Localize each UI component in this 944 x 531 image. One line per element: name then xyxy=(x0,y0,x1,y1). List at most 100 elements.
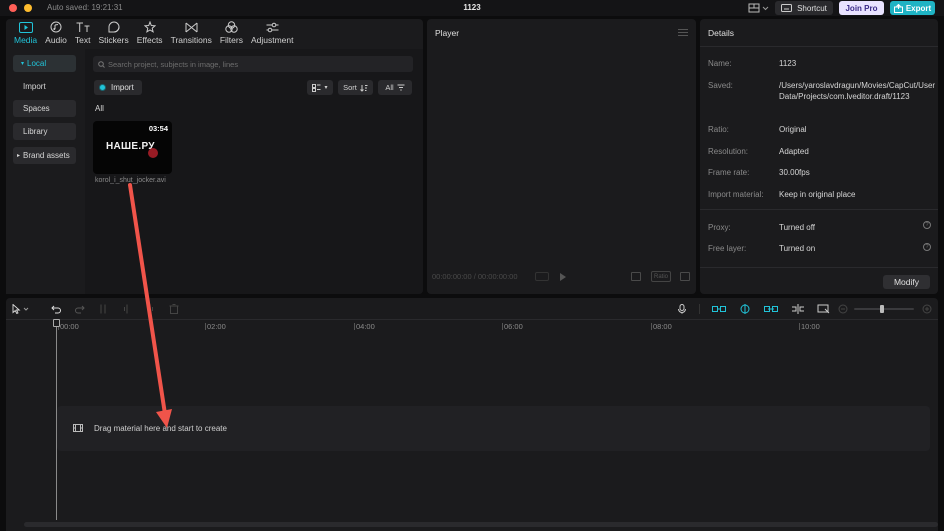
ruler-label: 00:00 xyxy=(60,322,79,331)
detail-value: Adapted xyxy=(779,147,809,156)
grid-view-icon xyxy=(312,83,321,92)
fullscreen-icon[interactable] xyxy=(680,272,690,281)
transitions-icon xyxy=(184,21,198,33)
tab-filters-label: Filters xyxy=(219,35,243,45)
tab-audio[interactable]: Audio xyxy=(41,19,71,47)
details-title: Details xyxy=(708,28,734,38)
tab-adjustment-label: Adjustment xyxy=(250,35,294,45)
view-mode-dropdown[interactable]: ▾ xyxy=(307,80,333,95)
details-divider xyxy=(700,267,938,268)
sort-button[interactable]: Sort xyxy=(338,80,373,95)
filters-icon xyxy=(224,21,238,33)
layout-icon[interactable] xyxy=(748,3,770,13)
player-timecode: 00:00:00:00 / 00:00:00:00 xyxy=(432,272,518,281)
film-icon xyxy=(73,424,83,432)
preview-axis-icon[interactable] xyxy=(817,304,831,314)
filter-icon xyxy=(397,84,405,90)
timeline-ruler[interactable]: 00:00 02:00 04:00 06:00 08:00 10:00 xyxy=(6,320,938,332)
import-button[interactable]: Import xyxy=(94,80,142,95)
search-placeholder: Search project, subjects in image, lines xyxy=(108,59,239,69)
import-icon xyxy=(99,84,106,91)
text-icon xyxy=(76,21,90,33)
ruler-label: 10:00 xyxy=(801,322,820,331)
detail-value: /Users/yaroslavdragun/Movies/CapCut/User… xyxy=(779,81,936,101)
join-pro-button[interactable]: Join Pro xyxy=(839,1,884,15)
player-frame-indicator xyxy=(535,272,549,281)
ruler-label: 02:00 xyxy=(207,322,226,331)
play-icon[interactable] xyxy=(560,273,566,281)
sidebar-item-spaces[interactable]: Spaces xyxy=(13,100,76,117)
timeline-toolbar xyxy=(6,298,938,320)
zoom-in-icon[interactable] xyxy=(921,304,933,314)
filter-button[interactable]: All xyxy=(378,80,412,95)
detail-label: Free layer: xyxy=(708,244,747,253)
search-input[interactable]: Search project, subjects in image, lines xyxy=(93,56,413,72)
shortcut-button[interactable]: Shortcut xyxy=(775,1,833,15)
ruler-tick xyxy=(799,323,800,330)
help-icon[interactable]: ? xyxy=(923,221,931,229)
delete-icon[interactable] xyxy=(169,304,179,314)
adjustment-icon xyxy=(265,21,279,33)
split-left-icon[interactable] xyxy=(123,304,131,314)
fit-screen-icon[interactable] xyxy=(631,272,641,281)
sidebar-item-library[interactable]: Library xyxy=(13,123,76,140)
playhead-handle[interactable] xyxy=(53,319,60,327)
select-tool-icon[interactable] xyxy=(12,304,30,314)
timeline-scrollbar[interactable] xyxy=(24,522,938,527)
split-preview-icon[interactable] xyxy=(791,304,805,314)
split-right-icon[interactable] xyxy=(146,304,154,314)
modify-label: Modify xyxy=(893,277,920,287)
ratio-label: Ratio xyxy=(653,273,668,280)
ruler-label: 06:00 xyxy=(504,322,523,331)
audio-icon xyxy=(49,21,63,33)
sidebar-item-brand-assets[interactable]: ▸ Brand assets xyxy=(13,147,76,164)
help-icon[interactable]: ? xyxy=(923,243,931,251)
tab-transitions[interactable]: Transitions xyxy=(167,19,216,47)
detail-value: Keep in original place xyxy=(779,190,856,199)
microphone-icon[interactable] xyxy=(678,304,686,314)
thumbnail-logo-mark xyxy=(148,148,158,158)
media-clip-thumbnail[interactable]: НАШЕ.РУ 03:54 xyxy=(93,121,172,174)
details-divider xyxy=(700,209,938,210)
undo-icon[interactable] xyxy=(51,304,61,314)
zoom-slider[interactable] xyxy=(854,305,914,313)
import-label: Import xyxy=(111,83,134,92)
sidebar-item-label: Spaces xyxy=(23,104,50,113)
tab-adjustment[interactable]: Adjustment xyxy=(247,19,298,47)
tab-media[interactable]: Media xyxy=(10,19,41,47)
tab-filters[interactable]: Filters xyxy=(216,19,247,47)
ruler-tick xyxy=(651,323,652,330)
sidebar-item-import[interactable]: Import xyxy=(13,78,76,95)
tab-effects[interactable]: Effects xyxy=(133,19,167,47)
filter-label: All xyxy=(385,83,394,92)
split-icon[interactable] xyxy=(99,304,107,314)
player-panel: Player 00:00:00:00 / 00:00:00:00 Ratio xyxy=(427,19,696,294)
redo-icon[interactable] xyxy=(75,304,85,314)
ratio-button[interactable]: Ratio xyxy=(651,271,671,282)
main-track-drop-zone[interactable]: Drag material here and start to create xyxy=(57,406,930,451)
chevron-down-icon: ▾ xyxy=(324,85,328,91)
sidebar-item-local[interactable]: ▾ Local xyxy=(13,55,76,72)
detail-label: Frame rate: xyxy=(708,168,750,177)
menu-icon[interactable] xyxy=(678,29,688,36)
sort-icon xyxy=(360,84,368,92)
export-button[interactable]: Export xyxy=(890,1,935,15)
main-track-magnet-icon[interactable] xyxy=(712,304,726,314)
tab-text-label: Text xyxy=(74,35,91,45)
auto-snap-icon[interactable] xyxy=(738,304,752,314)
detail-value: Original xyxy=(779,125,807,134)
ruler-tick xyxy=(354,323,355,330)
media-panel: Media Audio Text Stickers Effects Transi… xyxy=(6,19,423,294)
detail-label: Saved: xyxy=(708,81,733,90)
zoom-slider-handle[interactable] xyxy=(880,305,884,313)
zoom-out-icon[interactable] xyxy=(838,304,850,314)
linkage-icon[interactable] xyxy=(764,304,778,314)
tab-media-label: Media xyxy=(14,35,38,45)
detail-label: Proxy: xyxy=(708,223,731,232)
media-icon xyxy=(18,21,33,33)
modify-button[interactable]: Modify xyxy=(883,275,930,289)
tab-text[interactable]: Text xyxy=(71,19,95,47)
ruler-tick xyxy=(502,323,503,330)
tab-stickers[interactable]: Stickers xyxy=(95,19,133,47)
media-library: Search project, subjects in image, lines… xyxy=(85,49,423,294)
